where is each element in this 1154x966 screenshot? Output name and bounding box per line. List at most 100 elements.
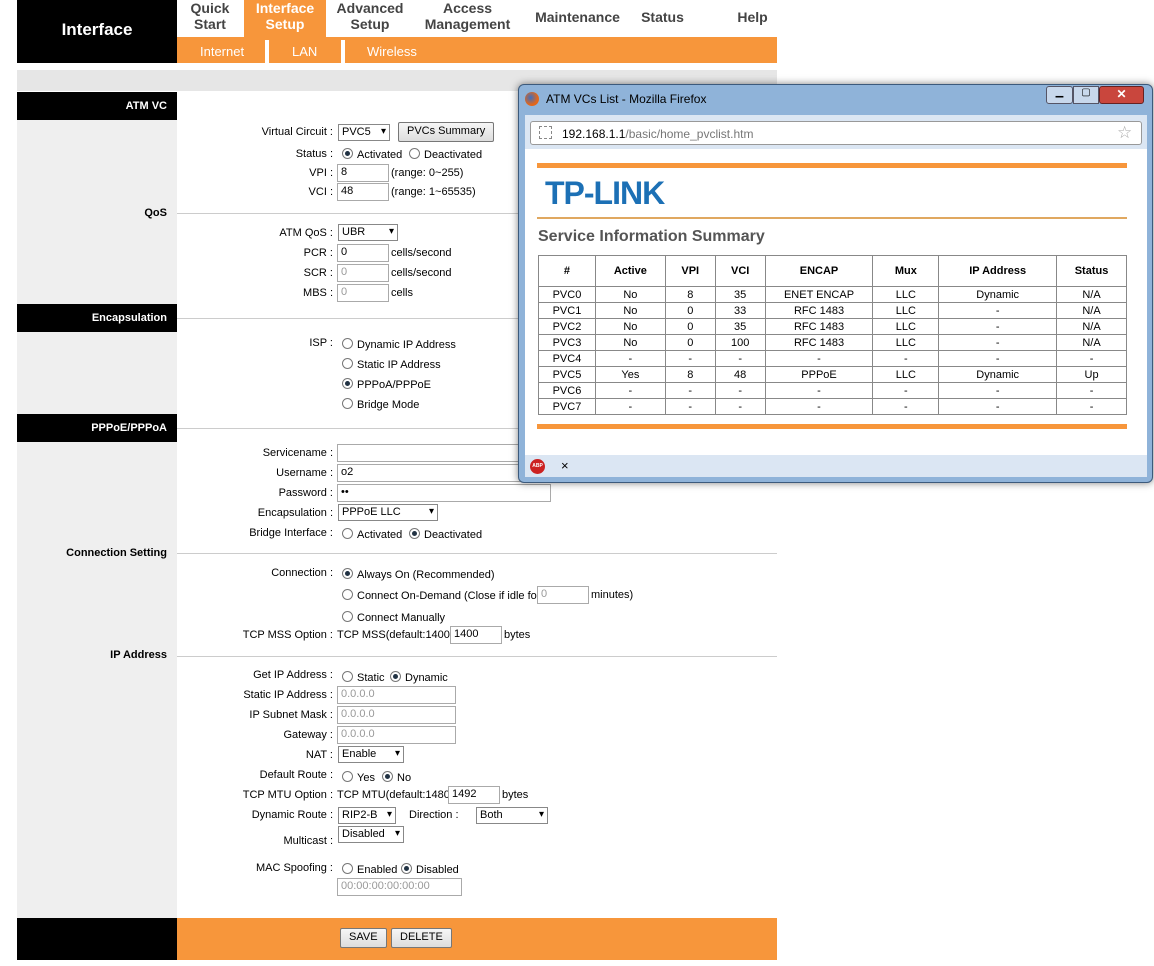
delete-button[interactable]: DELETE: [391, 928, 452, 948]
pvcs-summary-button[interactable]: PVCs Summary: [398, 122, 495, 142]
status-deactivated-radio[interactable]: Deactivated: [409, 148, 482, 161]
left-column: [17, 120, 177, 918]
table-cell: 0: [664, 334, 716, 351]
radio-label: Disabled: [416, 864, 459, 876]
default-route-yes-radio[interactable]: Yes: [342, 771, 375, 784]
column-header: #: [538, 255, 596, 287]
table-cell: -: [872, 350, 940, 367]
virtual-circuit-select[interactable]: PVC5: [338, 124, 390, 141]
encapsulation-select[interactable]: PPPoE LLC: [338, 504, 438, 521]
idle-minutes-input[interactable]: 0: [537, 586, 589, 604]
nav-advanced-setup[interactable]: Advanced Setup: [330, 0, 410, 32]
maximize-button[interactable]: ▢: [1073, 86, 1099, 104]
default-route-no-radio[interactable]: No: [382, 771, 411, 784]
always-on-radio[interactable]: Always On (Recommended): [342, 568, 495, 581]
bridge-activated-radio[interactable]: Activated: [342, 528, 402, 541]
nat-select[interactable]: Enable: [338, 746, 404, 763]
bridge-deactivated-radio[interactable]: Deactivated: [409, 528, 482, 541]
adblock-icon[interactable]: ABP: [530, 459, 545, 474]
table-cell: -: [764, 398, 874, 415]
radio-icon: [401, 863, 412, 874]
table-cell: -: [938, 398, 1058, 415]
direction-select[interactable]: Both: [476, 807, 548, 824]
subnav-wireless[interactable]: Wireless: [367, 44, 417, 59]
minimize-button[interactable]: ▁: [1046, 86, 1073, 104]
mac-enabled-radio[interactable]: Enabled: [342, 863, 397, 876]
section-ip-address: IP Address: [110, 649, 167, 661]
save-button[interactable]: SAVE: [340, 928, 387, 948]
table-cell: N/A: [1056, 318, 1127, 335]
isp-bridge-radio[interactable]: Bridge Mode: [342, 398, 419, 411]
table-cell: 48: [714, 366, 766, 383]
close-button[interactable]: ✕: [1099, 86, 1144, 104]
isp-dynamic-radio[interactable]: Dynamic IP Address: [342, 338, 456, 351]
label: MAC Spoofing :: [255, 862, 333, 874]
column-header: Status: [1056, 255, 1127, 287]
table-cell: 35: [714, 318, 766, 335]
tcp-mss-input[interactable]: 1400: [450, 626, 502, 644]
table-row: PVC4- - - - - - -: [538, 350, 1127, 367]
radio-icon: [342, 863, 353, 874]
table-cell: PVC4: [538, 350, 596, 367]
atm-qos-select[interactable]: UBR: [338, 224, 398, 241]
nav-access-management[interactable]: Access Management: [420, 0, 515, 32]
on-demand-radio[interactable]: Connect On-Demand (Close if idle for: [342, 589, 540, 602]
mac-address-input[interactable]: 00:00:00:00:00:00: [337, 878, 462, 896]
gateway-input[interactable]: 0.0.0.0: [337, 726, 456, 744]
url-bar[interactable]: 192.168.1.1/basic/home_pvclist.htm: [530, 121, 1142, 145]
table-row: PVC2 No 0 35 RFC 1483 LLC - N/A: [538, 318, 1127, 335]
table-cell: -: [594, 398, 666, 415]
table-cell: N/A: [1056, 334, 1127, 351]
label: Password :: [278, 487, 333, 499]
label: Connection :: [271, 567, 333, 579]
isp-static-radio[interactable]: Static IP Address: [342, 358, 441, 371]
nav-quick-start[interactable]: Quick Start: [180, 0, 240, 32]
get-ip-dynamic-radio[interactable]: Dynamic: [390, 671, 448, 684]
subnav-internet[interactable]: Internet: [200, 44, 244, 59]
vci-input[interactable]: 48: [337, 183, 389, 201]
get-ip-static-radio[interactable]: Static: [342, 671, 385, 684]
label: ISP :: [309, 337, 333, 349]
multicast-select[interactable]: Disabled: [338, 826, 404, 843]
nav-interface-setup[interactable]: Interface Setup: [244, 0, 326, 32]
nav-maintenance[interactable]: Maintenance: [530, 9, 625, 25]
radio-icon: [342, 771, 353, 782]
table-cell: RFC 1483: [764, 302, 874, 319]
radio-icon: [390, 671, 401, 682]
table-cell: -: [1056, 382, 1127, 399]
mbs-input[interactable]: 0: [337, 284, 389, 302]
unit: cells/second: [391, 267, 452, 279]
table-cell: RFC 1483: [764, 334, 874, 351]
status-activated-radio[interactable]: Activated: [342, 148, 402, 161]
section-pppoe: PPPoE/PPPoA: [17, 414, 177, 442]
table-cell: RFC 1483: [764, 318, 874, 335]
radio-icon: [409, 528, 420, 539]
tcp-mtu-input[interactable]: 1492: [448, 786, 500, 804]
nav-help[interactable]: Help: [730, 9, 775, 25]
subnav-lan[interactable]: LAN: [292, 44, 317, 59]
subnet-mask-input[interactable]: 0.0.0.0: [337, 706, 456, 724]
vpi-input[interactable]: 8: [337, 164, 389, 182]
isp-pppoe-radio[interactable]: PPPoA/PPPoE: [342, 378, 431, 391]
column-header: Mux: [872, 255, 940, 287]
bookmark-star-icon[interactable]: ☆: [1117, 123, 1132, 143]
nav-status[interactable]: Status: [635, 9, 690, 25]
table-cell: -: [872, 382, 940, 399]
table-cell: -: [764, 382, 874, 399]
dynamic-route-select[interactable]: RIP2-B: [338, 807, 396, 824]
status-close-icon[interactable]: ×: [561, 458, 569, 473]
table-cell: -: [664, 382, 716, 399]
static-ip-input[interactable]: 0.0.0.0: [337, 686, 456, 704]
table-row: PVC7- - - - - - -: [538, 398, 1127, 415]
connect-manually-radio[interactable]: Connect Manually: [342, 611, 445, 624]
password-input[interactable]: ••: [337, 484, 551, 502]
radio-label: Bridge Mode: [357, 399, 420, 411]
table-body: PVC0 No 8 35 ENET ENCAP LLC Dynamic N/A PVC1 No 0 3…: [538, 286, 1127, 415]
table-cell: PVC7: [538, 398, 596, 415]
table-cell: PVC2: [538, 318, 596, 335]
status-bar: [525, 455, 1147, 477]
pcr-input[interactable]: 0: [337, 244, 389, 262]
radio-label: PPPoA/PPPoE: [357, 379, 431, 391]
scr-input[interactable]: 0: [337, 264, 389, 282]
mac-disabled-radio[interactable]: Disabled: [401, 863, 459, 876]
